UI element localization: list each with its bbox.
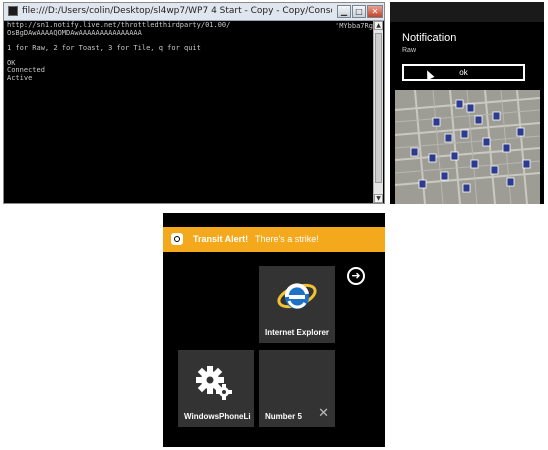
scroll-thumb[interactable]: [375, 33, 382, 183]
close-icon: ✕: [371, 7, 379, 16]
console-icon: [8, 6, 18, 16]
maximize-icon: □: [355, 7, 363, 16]
close-button[interactable]: ✕: [367, 5, 383, 18]
ok-button[interactable]: ok: [402, 64, 525, 81]
notification-title: Notification: [402, 32, 457, 44]
toast-notification[interactable]: Transit Alert! There's a strike!: [163, 227, 385, 252]
tile-windowsphoneli[interactable]: WindowsPhoneLi: [178, 350, 254, 427]
phone-screen: Notification Raw ok: [390, 2, 544, 204]
tile-label: Number 5: [265, 412, 302, 421]
console-line: ​: [7, 52, 230, 60]
toast-message: There's a strike!: [255, 234, 319, 244]
console-line: 1 for Raw, 2 for Toast, 3 for Tile, q fo…: [7, 43, 201, 52]
console-line: OsBgDAwAAAAQOMDAwAAAAAAAAAAAAAAA: [7, 28, 142, 37]
console-line: Active: [7, 73, 33, 82]
console-scrollbar[interactable]: ▲ ▼: [373, 21, 383, 203]
notification-message: Raw: [402, 47, 417, 54]
scroll-up-icon[interactable]: ▲: [374, 21, 383, 30]
transit-toast-icon: [171, 233, 183, 245]
tile-label: WindowsPhoneLi: [184, 412, 251, 421]
toast-title: Transit Alert!: [193, 234, 249, 244]
map-view[interactable]: [395, 90, 540, 204]
tile-number-5[interactable]: Number 5 ✕: [259, 350, 335, 427]
x-icon[interactable]: ✕: [318, 406, 329, 421]
console-title: file:///D:/Users/colin/Desktop/sl4wp7/WP…: [22, 6, 332, 16]
console-window: file:///D:/Users/colin/Desktop/sl4wp7/WP…: [3, 2, 385, 204]
minimize-icon: ▁: [340, 7, 348, 16]
minimize-button[interactable]: ▁: [337, 5, 351, 18]
tile-label: Internet Explorer: [265, 328, 330, 337]
gear-icon: [196, 366, 232, 400]
start-screen: Transit Alert! There's a strike! ➜ Inter…: [163, 213, 385, 447]
phone-status-bar: [390, 2, 544, 22]
console-titlebar[interactable]: file:///D:/Users/colin/Desktop/sl4wp7/WP…: [4, 3, 384, 21]
tile-internet-explorer[interactable]: Internet Explorer: [259, 266, 335, 343]
internet-explorer-icon: [277, 283, 317, 309]
console-line: Connected: [7, 66, 45, 74]
maximize-button[interactable]: □: [352, 5, 366, 18]
scroll-down-icon[interactable]: ▼: [374, 194, 383, 203]
console-output: http://sn1.notify.live.net/throttledthir…: [7, 21, 230, 82]
arrow-right-circle-icon[interactable]: ➜: [347, 267, 365, 285]
console-uri-tail: 'MYbba7Rgo: [335, 22, 378, 30]
map-streets: [395, 90, 540, 204]
